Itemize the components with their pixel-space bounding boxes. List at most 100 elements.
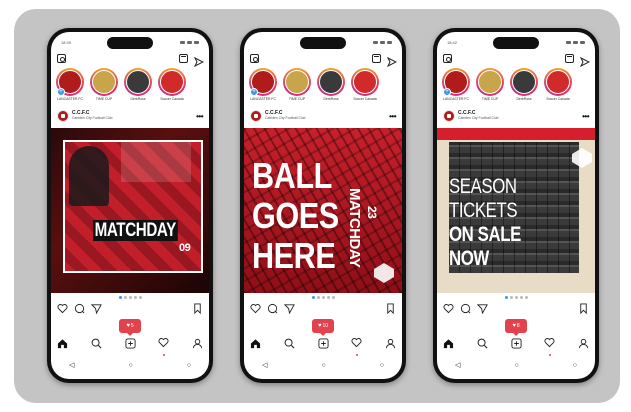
story-item[interactable]: Soccer Canada [543, 68, 573, 106]
avatar[interactable] [57, 110, 69, 122]
story-item[interactable]: Soccer Canada [350, 68, 380, 106]
home-button-icon[interactable]: ○ [514, 362, 518, 369]
notification-badge[interactable]: ♥ 8 [505, 319, 527, 336]
story-label: Soccer Canada [353, 97, 377, 101]
story-label: Soccer Canada [160, 97, 184, 101]
camera-icon[interactable] [57, 53, 66, 63]
back-icon[interactable]: ◁ [455, 361, 460, 369]
status-bar: 18:39 [61, 37, 199, 47]
story-item[interactable]: TIME CUP [282, 68, 312, 106]
search-icon[interactable] [284, 336, 295, 354]
phone-mockup-2: + LANCASTER FC TIME CUP DerbRoss Soccer … [240, 28, 406, 383]
send-icon[interactable] [386, 54, 398, 67]
bookmark-icon[interactable] [578, 301, 589, 319]
back-icon[interactable]: ◁ [262, 361, 267, 369]
recents-icon[interactable]: ○ [187, 362, 191, 369]
igtv-icon[interactable] [565, 53, 574, 63]
story-item[interactable]: TIME CUP [89, 68, 119, 106]
profile-icon[interactable] [192, 336, 203, 354]
add-post-icon[interactable] [510, 336, 522, 354]
recents-icon[interactable]: ○ [573, 362, 577, 369]
story-item[interactable]: + LANCASTER FC [441, 68, 471, 106]
story-label: DerbRoss [516, 97, 532, 101]
back-icon[interactable]: ◁ [69, 361, 74, 369]
phone-screen: 18:42 + LANCASTER FC TIME CUP DerbRoss S… [437, 32, 595, 379]
like-icon[interactable] [443, 301, 454, 319]
home-icon[interactable] [443, 336, 454, 354]
like-icon[interactable] [250, 301, 261, 319]
comment-icon[interactable] [74, 301, 85, 319]
profile-icon[interactable] [578, 336, 589, 354]
share-icon[interactable] [283, 301, 295, 319]
more-options-icon[interactable]: ••• [389, 112, 396, 121]
activity-icon[interactable] [158, 335, 169, 356]
notification-count: 8 [516, 323, 520, 329]
post-actions [443, 303, 589, 317]
post-headline-line-3: HERE [252, 235, 336, 276]
avatar[interactable] [250, 110, 262, 122]
home-icon[interactable] [57, 336, 68, 354]
send-icon[interactable] [579, 54, 591, 67]
post-image[interactable]: SEASON TICKETS ON SALE NOW [437, 128, 595, 293]
share-icon[interactable] [90, 301, 102, 319]
more-options-icon[interactable]: ••• [582, 112, 589, 121]
add-story-icon[interactable]: + [443, 88, 451, 96]
top-bar [57, 51, 205, 67]
post-headline-line-3: ON SALE [449, 223, 521, 246]
post-image[interactable]: BALL GOES HERE MATCHDAY 23 [244, 128, 402, 293]
heart-icon: ♥ [512, 323, 516, 329]
post-image[interactable]: MATCHDAY 09 [51, 128, 209, 293]
igtv-icon[interactable] [179, 53, 188, 63]
story-item[interactable]: DerbRoss [509, 68, 539, 106]
like-icon[interactable] [57, 301, 68, 319]
profile-icon[interactable] [385, 336, 396, 354]
add-story-icon[interactable]: + [57, 88, 65, 96]
heart-icon: ♥ [126, 323, 130, 329]
search-icon[interactable] [477, 336, 488, 354]
share-icon[interactable] [476, 301, 488, 319]
comment-icon[interactable] [460, 301, 471, 319]
post-headline-line-1: SEASON [449, 175, 517, 198]
story-item[interactable]: TIME CUP [475, 68, 505, 106]
home-button-icon[interactable]: ○ [321, 362, 325, 369]
story-item[interactable]: + LANCASTER FC [248, 68, 278, 106]
bookmark-icon[interactable] [192, 301, 203, 319]
story-item[interactable]: DerbRoss [123, 68, 153, 106]
camera-icon[interactable] [443, 53, 452, 63]
add-post-icon[interactable] [317, 336, 329, 354]
recents-icon[interactable]: ○ [380, 362, 384, 369]
home-icon[interactable] [250, 336, 261, 354]
avatar[interactable] [443, 110, 455, 122]
stories-row: + LANCASTER FC TIME CUP DerbRoss Soccer … [248, 68, 402, 106]
story-item[interactable]: DerbRoss [316, 68, 346, 106]
activity-icon[interactable] [544, 335, 555, 356]
igtv-icon[interactable] [372, 53, 381, 63]
story-label: TIME CUP [288, 97, 306, 101]
camera-icon[interactable] [250, 53, 259, 63]
notification-badge[interactable]: ♥ 5 [119, 319, 141, 336]
home-button-icon[interactable]: ○ [128, 362, 132, 369]
bottom-nav [57, 335, 203, 356]
status-icons [566, 40, 585, 44]
more-options-icon[interactable]: ••• [196, 112, 203, 121]
post-headline-line-2: TICKETS [449, 199, 518, 222]
post-headline-line-4: NOW [449, 247, 489, 270]
story-item[interactable]: Soccer Canada [157, 68, 187, 106]
post-subtitle: Camden City Football Club [265, 115, 306, 120]
search-icon[interactable] [91, 336, 102, 354]
add-post-icon[interactable] [124, 336, 136, 354]
post-actions [250, 303, 396, 317]
send-icon[interactable] [193, 54, 205, 67]
add-story-icon[interactable]: + [250, 88, 258, 96]
bookmark-icon[interactable] [385, 301, 396, 319]
story-label: TIME CUP [95, 97, 113, 101]
bottom-nav [250, 335, 396, 356]
bottom-nav [443, 335, 589, 356]
phone-screen: 18:39 + LANCASTER FC TIME CUP DerbRoss S… [51, 32, 209, 379]
status-bar: 18:42 [447, 37, 585, 47]
story-item[interactable]: + LANCASTER FC [55, 68, 85, 106]
activity-icon[interactable] [351, 335, 362, 356]
notification-badge[interactable]: ♥ 10 [312, 319, 334, 336]
status-time: 18:42 [447, 39, 458, 45]
comment-icon[interactable] [267, 301, 278, 319]
